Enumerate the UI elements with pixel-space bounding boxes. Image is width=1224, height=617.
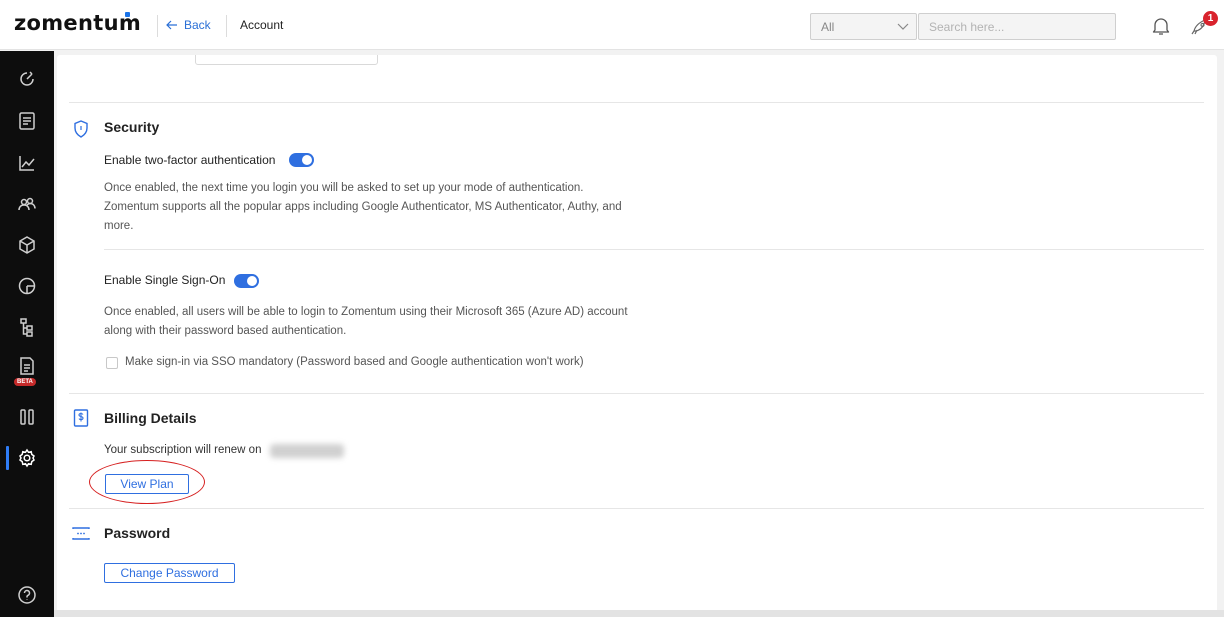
two-factor-description: Once enabled, the next time you login yo…: [104, 182, 622, 232]
two-factor-label: Enable two-factor authentication: [104, 153, 276, 167]
settings-icon[interactable]: [15, 446, 39, 470]
billing-title: Billing Details: [104, 410, 197, 426]
users-icon[interactable]: [15, 192, 39, 216]
notification-bell-icon[interactable]: [1152, 16, 1170, 41]
divider: [69, 102, 1204, 103]
renewal-date-redacted: [270, 444, 344, 458]
password-title: Password: [104, 525, 171, 541]
sso-toggle[interactable]: [234, 274, 259, 288]
security-title: Security: [104, 119, 160, 135]
view-plan-button[interactable]: View Plan: [105, 474, 189, 494]
header-divider: [157, 15, 158, 37]
sso-mandatory-checkbox[interactable]: [106, 357, 118, 369]
divider: [69, 393, 1204, 394]
app-logo[interactable]: zomentum: [14, 11, 141, 35]
breadcrumb-account: Account: [240, 18, 284, 32]
box-icon[interactable]: [15, 233, 39, 257]
sidebar: BETA: [0, 51, 54, 617]
active-nav-indicator: [6, 446, 9, 470]
pie-chart-icon[interactable]: [15, 274, 39, 298]
toggle-knob: [302, 155, 312, 165]
divider: [104, 249, 1204, 250]
notification-count-badge: 1: [1203, 11, 1218, 26]
columns-icon[interactable]: [15, 405, 39, 429]
change-password-button[interactable]: Change Password: [104, 563, 235, 583]
search-filter-value: All: [821, 20, 835, 34]
help-icon[interactable]: [15, 583, 39, 607]
sso-description: Once enabled, all users will be able to …: [104, 306, 628, 337]
truncated-field[interactable]: [195, 55, 378, 65]
divider: [69, 508, 1204, 509]
account-settings-panel: Security Enable two-factor authenticatio…: [57, 55, 1217, 615]
toggle-knob: [247, 276, 257, 286]
search-filter-select[interactable]: All: [810, 13, 917, 40]
receipt-icon: [73, 409, 89, 427]
back-label: Back: [184, 18, 211, 32]
beta-badge: BETA: [14, 378, 36, 386]
document-icon[interactable]: [15, 109, 39, 133]
dashboard-icon[interactable]: [15, 67, 39, 91]
arrow-left-icon: [166, 20, 177, 30]
password-icon: [72, 527, 90, 540]
chart-icon[interactable]: [15, 151, 39, 175]
report-icon[interactable]: [15, 354, 39, 378]
sso-mandatory-label: Make sign-in via SSO mandatory (Password…: [125, 356, 584, 368]
hierarchy-icon[interactable]: [15, 315, 39, 339]
top-bar: zomentum Back Account All 1: [0, 0, 1224, 50]
back-button[interactable]: Back: [166, 18, 211, 32]
logo-dot: [125, 12, 130, 17]
sso-label: Enable Single Sign-On: [104, 273, 226, 287]
shield-icon: [74, 120, 88, 138]
renewal-text: Your subscription will renew on: [104, 444, 262, 456]
page-bottom-edge: [54, 610, 1224, 617]
two-factor-toggle[interactable]: [289, 153, 314, 167]
search-input[interactable]: [918, 13, 1116, 40]
header-divider: [226, 15, 227, 37]
chevron-down-icon: [897, 23, 909, 30]
